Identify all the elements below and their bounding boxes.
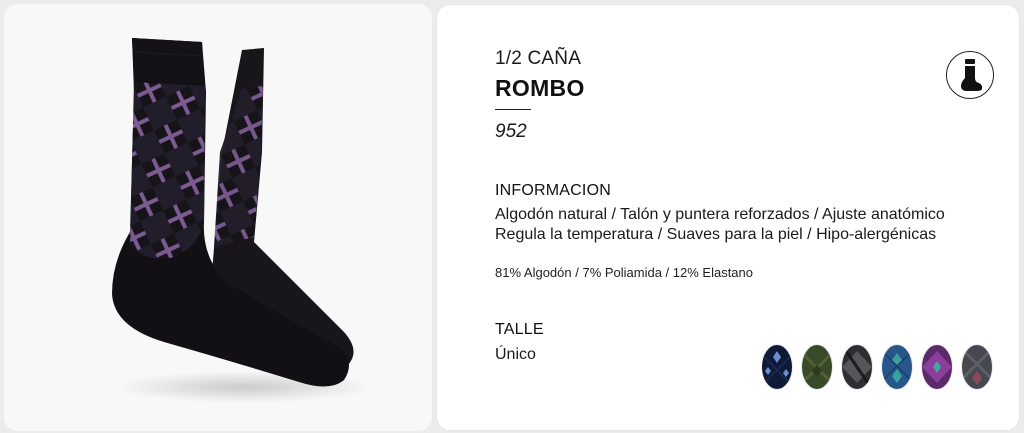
sock-type-badge [946, 51, 994, 99]
color-swatch-grey[interactable] [842, 345, 872, 389]
color-swatches [762, 345, 994, 391]
title-divider [495, 109, 531, 110]
product-name: ROMBO [495, 75, 585, 101]
information-heading: INFORMACION [495, 182, 611, 199]
product-details-card: 1/2 CAÑA ROMBO 952 INFORMACION Algodón n… [436, 4, 1020, 431]
size-heading: TALLE [495, 321, 544, 338]
color-swatch-navy[interactable] [762, 345, 792, 389]
information-line-1: Algodón natural / Talón y puntera reforz… [495, 206, 945, 223]
product-code: 952 [495, 121, 527, 142]
color-swatch-purple[interactable] [922, 345, 952, 389]
color-swatch-blue[interactable] [882, 345, 912, 389]
sock-product-image [112, 38, 374, 403]
sock-icon [961, 59, 983, 91]
product-image-panel [4, 4, 432, 431]
color-swatch-charcoal[interactable] [962, 345, 992, 389]
color-swatch-olive[interactable] [802, 345, 832, 389]
size-value: Único [495, 346, 536, 363]
information-line-2: Regula la temperatura / Suaves para la p… [495, 226, 937, 243]
product-category: 1/2 CAÑA [495, 48, 582, 69]
fabric-composition: 81% Algodón / 7% Poliamida / 12% Elastan… [495, 265, 754, 280]
